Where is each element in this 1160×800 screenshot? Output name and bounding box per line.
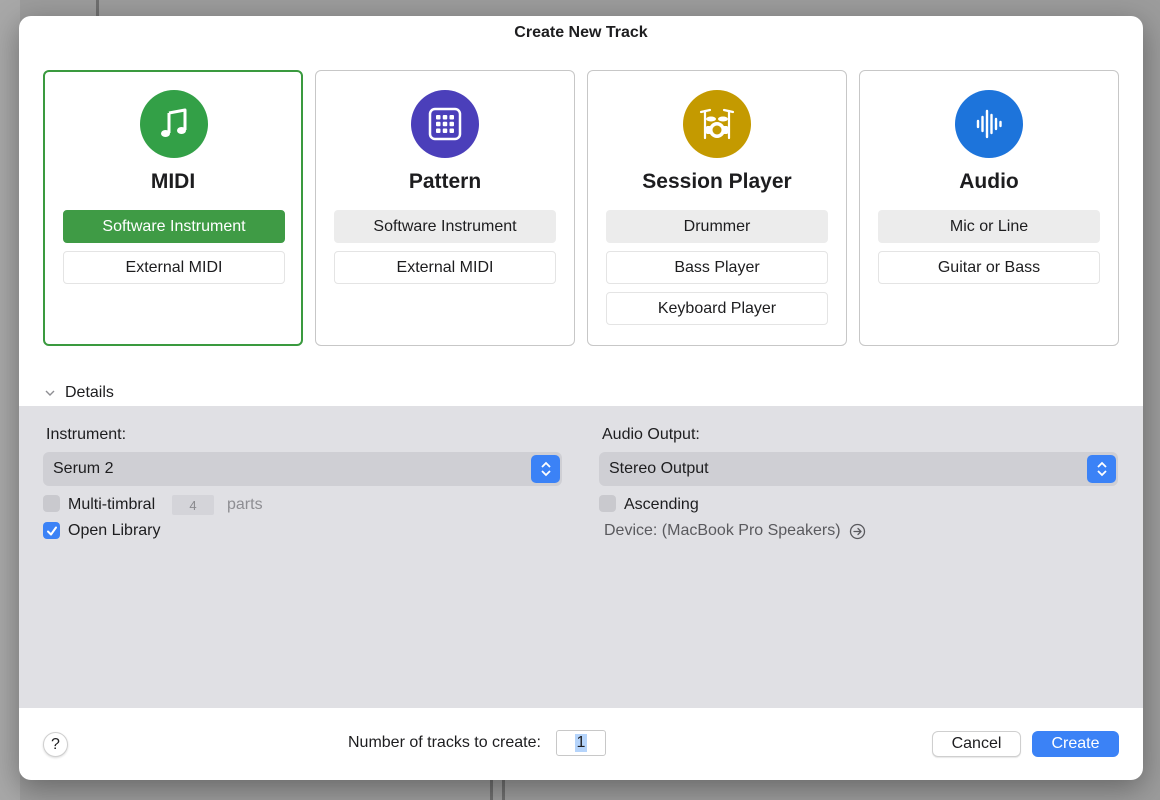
device-text: Device: (MacBook Pro Speakers) xyxy=(604,522,841,539)
background-divider xyxy=(490,780,493,800)
audio-output-select[interactable]: Stereo Output xyxy=(599,452,1118,486)
background-divider xyxy=(96,0,99,16)
card-midi[interactable]: MIDI Software Instrument External MIDI xyxy=(43,70,303,346)
instrument-label: Instrument: xyxy=(46,426,127,443)
ascending-checkbox[interactable] xyxy=(599,495,616,512)
multitimbral-checkbox[interactable] xyxy=(43,495,60,512)
device-label[interactable]: Device: (MacBook Pro Speakers) xyxy=(604,522,866,540)
open-library-checkbox[interactable] xyxy=(43,522,60,539)
track-count-input[interactable]: 1 xyxy=(556,730,606,756)
card-audio[interactable]: Audio Mic or Line Guitar or Bass xyxy=(859,70,1119,346)
card-title: Session Player xyxy=(642,170,792,193)
option-external-midi[interactable]: External MIDI xyxy=(334,251,556,284)
audio-output-label: Audio Output: xyxy=(602,426,700,443)
grid-pad-icon xyxy=(411,90,479,158)
track-type-cards: MIDI Software Instrument External MIDI P… xyxy=(43,70,1119,346)
arrow-right-circle-icon[interactable] xyxy=(849,523,866,540)
up-down-chevron-icon xyxy=(1087,455,1116,483)
details-panel: Instrument: Serum 2 Multi-timbral 4 part… xyxy=(19,406,1143,708)
details-label: Details xyxy=(65,384,114,401)
option-external-midi[interactable]: External MIDI xyxy=(63,251,285,284)
parts-label: parts xyxy=(227,496,263,513)
option-guitar-or-bass[interactable]: Guitar or Bass xyxy=(878,251,1100,284)
drum-kit-icon xyxy=(683,90,751,158)
instrument-value: Serum 2 xyxy=(53,460,114,477)
audio-output-value: Stereo Output xyxy=(609,460,709,477)
option-drummer[interactable]: Drummer xyxy=(606,210,828,243)
card-session-player[interactable]: Session Player Drummer Bass Player Keybo… xyxy=(587,70,847,346)
checkmark-icon xyxy=(46,526,57,535)
option-software-instrument[interactable]: Software Instrument xyxy=(63,210,285,243)
up-down-chevron-icon xyxy=(531,455,560,483)
card-title: Pattern xyxy=(408,170,482,193)
chevron-down-icon xyxy=(45,390,55,396)
track-count-label: Number of tracks to create: xyxy=(348,734,541,751)
instrument-select[interactable]: Serum 2 xyxy=(43,452,562,486)
card-title: MIDI xyxy=(150,170,196,193)
details-disclosure[interactable]: Details xyxy=(45,384,114,402)
option-bass-player[interactable]: Bass Player xyxy=(606,251,828,284)
help-button[interactable]: ? xyxy=(43,732,68,757)
option-keyboard-player[interactable]: Keyboard Player xyxy=(606,292,828,325)
option-software-instrument[interactable]: Software Instrument xyxy=(334,210,556,243)
background-sidebar xyxy=(0,0,20,800)
background-divider xyxy=(502,780,505,800)
create-new-track-dialog: Create New Track MIDI Software Instrumen… xyxy=(19,16,1143,780)
multitimbral-label: Multi-timbral xyxy=(68,496,156,513)
card-title: Audio xyxy=(959,170,1019,193)
track-count-value: 1 xyxy=(574,734,588,752)
parts-input[interactable]: 4 xyxy=(172,495,214,515)
create-button[interactable]: Create xyxy=(1032,731,1119,757)
ascending-label: Ascending xyxy=(624,496,699,513)
waveform-icon xyxy=(955,90,1023,158)
card-pattern[interactable]: Pattern Software Instrument External MID… xyxy=(315,70,575,346)
open-library-label: Open Library xyxy=(68,522,161,539)
cancel-button[interactable]: Cancel xyxy=(932,731,1021,757)
option-mic-or-line[interactable]: Mic or Line xyxy=(878,210,1100,243)
dialog-title: Create New Track xyxy=(514,24,648,41)
music-note-icon xyxy=(140,90,208,158)
